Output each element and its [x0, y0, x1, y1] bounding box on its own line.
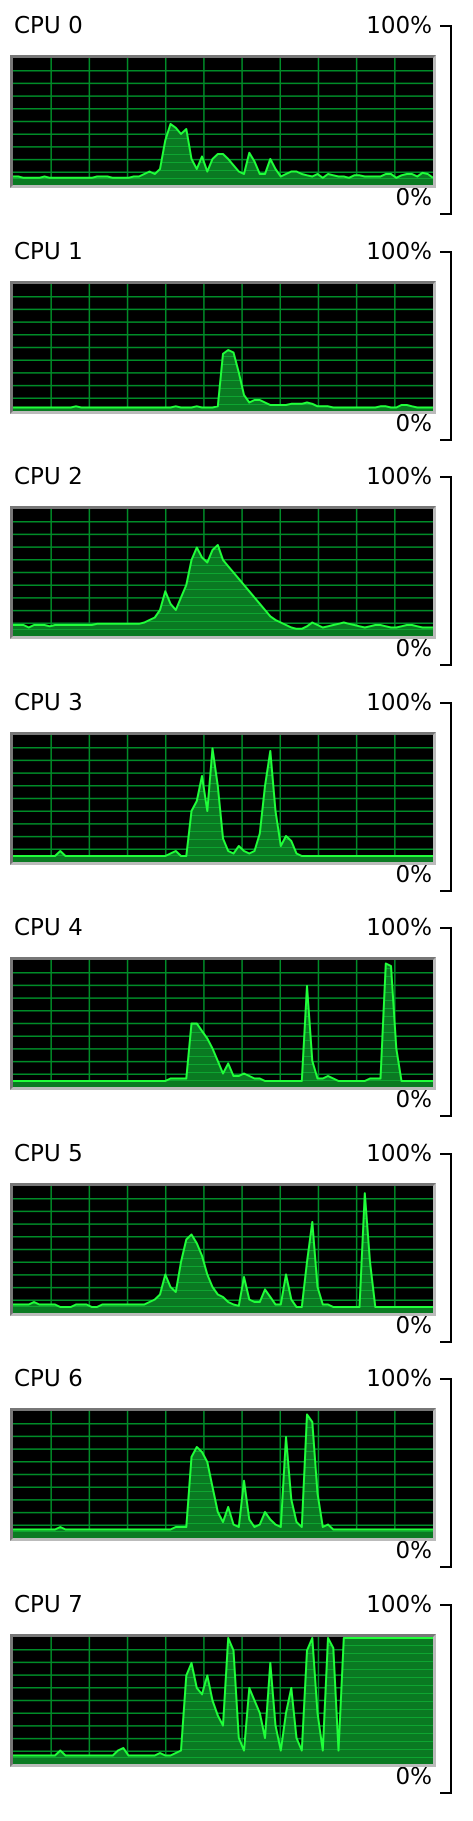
scale-min-label: 0%: [395, 862, 433, 888]
cpu-usage-plot: [13, 1411, 433, 1538]
cpu-usage-plot: [13, 284, 433, 411]
scale-bracket: [440, 1153, 452, 1343]
scale-max-label: 100%: [366, 239, 432, 265]
cpu-panel-7: CPU 7 100% 0%: [0, 1579, 473, 1804]
cpu-usage-graph: [10, 957, 436, 1090]
cpu-panel-5: CPU 5 100% 0%: [0, 1128, 473, 1353]
cpu-label: CPU 1: [14, 239, 83, 265]
scale-max-label: 100%: [366, 464, 432, 490]
scale-min-label: 0%: [395, 1087, 433, 1113]
cpu-label: CPU 3: [14, 690, 83, 716]
cpu-label: CPU 5: [14, 1141, 83, 1167]
cpu-panel-0: CPU 0 100% 0%: [0, 0, 473, 225]
scale-min-label: 0%: [395, 411, 433, 437]
scale-min-label: 0%: [395, 1313, 433, 1339]
cpu-panel-3: CPU 3 100% 0%: [0, 677, 473, 902]
cpu-label: CPU 7: [14, 1592, 83, 1618]
cpu-usage-graph: [10, 1408, 436, 1541]
cpu-usage-area: [13, 748, 433, 862]
cpu-usage-plot: [13, 1637, 433, 1764]
cpu-label: CPU 4: [14, 915, 83, 941]
cpu-label: CPU 6: [14, 1366, 83, 1392]
scale-max-label: 100%: [366, 915, 432, 941]
cpu-usage-graph: [10, 1634, 436, 1767]
scale-bracket: [440, 25, 452, 215]
cpu-panel-4: CPU 4 100% 0%: [0, 902, 473, 1127]
cpu-usage-plot: [13, 960, 433, 1087]
scale-min-label: 0%: [395, 1538, 433, 1564]
cpu-label: CPU 0: [14, 13, 83, 39]
scale-bracket: [440, 476, 452, 666]
scale-min-label: 0%: [395, 636, 433, 662]
cpu-usage-line: [13, 962, 433, 1082]
cpu-usage-area: [13, 963, 433, 1087]
scale-max-label: 100%: [366, 1141, 432, 1167]
scale-max-label: 100%: [366, 1592, 432, 1618]
scale-bracket: [440, 1604, 452, 1794]
cpu-usage-graph: [10, 281, 436, 414]
scale-bracket: [440, 251, 452, 441]
cpu-usage-graph: [10, 506, 436, 639]
cpu-usage-line: [13, 747, 433, 857]
cpu-usage-graph: [10, 1183, 436, 1316]
scale-bracket: [440, 927, 452, 1117]
cpu-panel-2: CPU 2 100% 0%: [0, 451, 473, 676]
cpu-usage-graph: [10, 732, 436, 865]
scale-bracket: [440, 702, 452, 892]
scale-max-label: 100%: [366, 690, 432, 716]
cpu-panel-1: CPU 1 100% 0%: [0, 226, 473, 451]
scale-min-label: 0%: [395, 185, 433, 211]
cpu-usage-plot: [13, 509, 433, 636]
scale-min-label: 0%: [395, 1764, 433, 1790]
cpu-label: CPU 2: [14, 464, 83, 490]
cpu-usage-plot: [13, 1186, 433, 1313]
scale-max-label: 100%: [366, 1366, 432, 1392]
cpu-panel-6: CPU 6 100% 0%: [0, 1353, 473, 1578]
grid-lines: [13, 960, 433, 1087]
scale-bracket: [440, 1378, 452, 1568]
cpu-usage-graph: [10, 55, 436, 188]
cpu-usage-plot: [13, 735, 433, 862]
cpu-usage-plot: [13, 58, 433, 185]
scale-max-label: 100%: [366, 13, 432, 39]
